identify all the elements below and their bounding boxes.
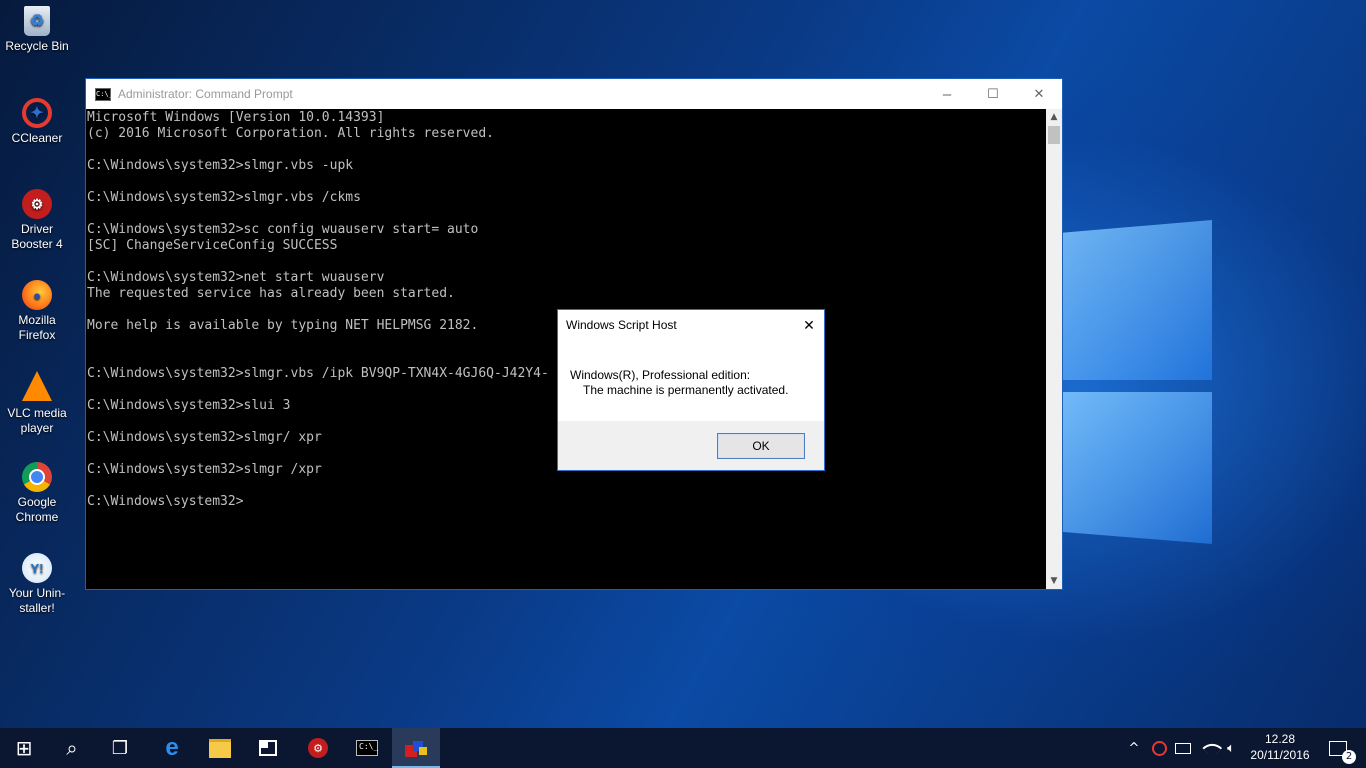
desktop-icon-firefox[interactable]: ● Mozilla Firefox [2, 280, 72, 343]
dialog-message-line1: Windows(R), Professional edition: [570, 368, 751, 382]
chrome-icon [22, 462, 52, 492]
wallpaper-windows-logo [1062, 220, 1222, 550]
volume-icon: 🔈︎ [1227, 740, 1235, 756]
power-plug-icon [1175, 742, 1191, 754]
clock-time: 12.28 [1264, 732, 1296, 746]
console-line: [SC] ChangeServiceConfig SUCCESS [87, 238, 338, 253]
desktop-icon-driver-booster[interactable]: ⚙ Driver Booster 4 [2, 189, 72, 252]
driver-booster-icon: ⚙ [308, 738, 328, 758]
maximize-button[interactable]: ☐ [970, 79, 1016, 109]
taskbar: ⊞ ⌕ ❐ e ⚙ C:\_ ^ 🔈︎ 12.28 20/11/2016 2 [0, 728, 1366, 768]
desktop-icon-ccleaner[interactable]: ✦ CCleaner [2, 98, 72, 146]
console-line: Microsoft Windows [Version 10.0.14393] [87, 110, 385, 125]
logo-pane-bottom [1062, 392, 1212, 544]
cmd-app-icon: C:\_ [95, 87, 113, 101]
console-line: C:\Windows\system32>slmgr.vbs -upk [87, 158, 354, 173]
recycle-bin-icon: ♻ [24, 6, 50, 36]
cmd-window-title: Administrator: Command Prompt [118, 87, 293, 101]
dialog-message-line2: The machine is permanently activated. [583, 383, 789, 397]
windows-script-host-dialog[interactable]: Windows Script Host ✕ Windows(R), Profes… [557, 309, 825, 471]
taskbar-store[interactable] [244, 728, 292, 768]
taskbar-windows-script-host[interactable] [392, 728, 440, 768]
console-line: The requested service has already been s… [87, 286, 455, 301]
your-uninstaller-icon: Y! [22, 553, 52, 583]
cmd-title-bar[interactable]: C:\_ Administrator: Command Prompt – ☐ ✕ [86, 79, 1062, 109]
show-hidden-icons-button[interactable]: ^ [1124, 728, 1144, 768]
scroll-up-arrow-icon[interactable]: ▲ [1046, 109, 1062, 125]
chevron-up-icon: ^ [1128, 740, 1140, 756]
driver-booster-tray-icon [1151, 740, 1167, 756]
taskbar-file-explorer[interactable] [196, 728, 244, 768]
desktop-icon-chrome[interactable]: Google Chrome [2, 462, 72, 525]
tray-driver-booster[interactable] [1148, 728, 1170, 768]
task-view-icon: ❐ [111, 737, 129, 759]
desktop-icon-label: CCleaner [11, 131, 63, 145]
console-line: C:\Windows\system32>slmgr.vbs /ckms [87, 190, 361, 205]
console-line: C:\Windows\system32> [87, 494, 244, 509]
close-button[interactable]: ✕ [1016, 79, 1062, 109]
ccleaner-icon: ✦ [22, 98, 52, 128]
cmd-scrollbar[interactable]: ▲ ▼ [1046, 109, 1062, 589]
scroll-down-arrow-icon[interactable]: ▼ [1046, 573, 1062, 589]
desktop-icon-label: Your Unin-staller! [8, 586, 66, 615]
taskbar-command-prompt[interactable]: C:\_ [343, 728, 391, 768]
desktop-icon-vlc[interactable]: VLC media player [2, 371, 72, 436]
driver-booster-icon: ⚙ [22, 189, 52, 219]
desktop-icon-label: Google Chrome [15, 495, 59, 524]
desktop-icon-label: VLC media player [7, 406, 67, 435]
tray-network[interactable] [1196, 728, 1223, 768]
dialog-close-button[interactable]: ✕ [794, 310, 824, 340]
windows-start-icon: ⊞ [15, 736, 33, 760]
notification-icon: 2 [1329, 740, 1356, 764]
scrollbar-thumb[interactable] [1048, 126, 1060, 144]
folder-icon [209, 738, 231, 758]
vlc-icon [22, 371, 52, 401]
search-icon: ⌕ [66, 736, 78, 760]
taskbar-edge[interactable]: e [148, 728, 196, 768]
desktop-icon-label: Driver Booster 4 [11, 222, 63, 251]
tray-volume[interactable]: 🔈︎ [1220, 728, 1242, 768]
dialog-button-area: OK [558, 421, 824, 470]
start-button[interactable]: ⊞ [0, 728, 48, 768]
dialog-title: Windows Script Host [566, 318, 677, 332]
store-icon [259, 740, 277, 756]
notification-count-badge: 2 [1342, 749, 1356, 764]
ok-button[interactable]: OK [717, 433, 805, 459]
console-line: C:\Windows\system32>sc config wuauserv s… [87, 222, 479, 237]
taskbar-clock[interactable]: 12.28 20/11/2016 [1250, 731, 1310, 763]
taskbar-driver-booster[interactable]: ⚙ [294, 728, 342, 768]
edge-icon: e [165, 734, 179, 761]
search-button[interactable]: ⌕ [48, 728, 96, 768]
firefox-icon: ● [22, 280, 52, 310]
dialog-message: Windows(R), Professional edition: The ma… [570, 368, 788, 398]
logo-pane-top [1062, 220, 1212, 380]
cmd-icon: C:\_ [356, 740, 378, 756]
task-view-button[interactable]: ❐ [96, 728, 144, 768]
script-host-icon [405, 739, 427, 757]
desktop-icon-your-uninstaller[interactable]: Y! Your Unin-staller! [2, 553, 72, 616]
desktop-icon-label: Recycle Bin [5, 39, 69, 53]
clock-date: 20/11/2016 [1250, 748, 1310, 762]
minimize-button[interactable]: – [924, 79, 970, 109]
action-center-button[interactable]: 2 [1318, 728, 1358, 768]
desktop-icon-label: Mozilla Firefox [18, 313, 56, 342]
tray-power[interactable] [1172, 728, 1194, 768]
console-line: C:\Windows\system32>net start wuauserv [87, 270, 385, 285]
desktop-icon-recycle-bin[interactable]: ♻ Recycle Bin [2, 6, 72, 54]
console-line: (c) 2016 Microsoft Corporation. All righ… [87, 126, 494, 141]
dialog-title-bar[interactable]: Windows Script Host ✕ [558, 310, 824, 340]
